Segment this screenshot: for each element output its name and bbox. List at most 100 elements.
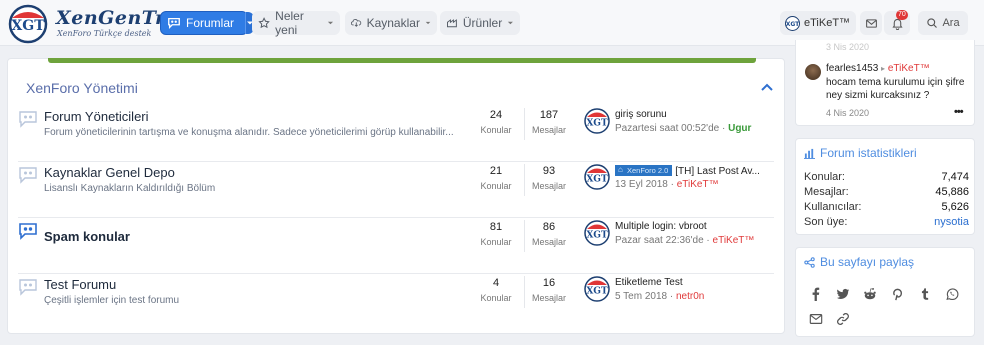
last-post-time: Pazartesi saat 00:52'de · [615,123,729,134]
category-title[interactable]: XenForo Yönetimi [26,80,138,96]
share-icon [804,256,815,268]
nav-resources-button[interactable]: Kaynaklar [345,11,437,35]
forum-row: Forum Yöneticileri Forum yöneticilerinin… [16,106,776,162]
last-post-title-text: [TH] Last Post Av... [675,166,760,177]
latest-profile-post-block: 3 Nis 2020 fearles1453 ▸ eTiKeT™ hocam t… [795,40,975,126]
topics-count: 24 [489,109,503,121]
facebook-icon[interactable] [808,286,824,302]
reddit-icon[interactable] [862,286,878,302]
forum-title-link[interactable]: Spam konular [44,229,130,244]
stat-latest-member-row: Son üye: nysotia [804,216,969,228]
user-name: eTiKeT™ [804,17,851,29]
last-poster-avatar[interactable]: XGT [584,220,610,246]
previous-post-date: 3 Nis 2020 [826,42,870,52]
forum-statistics-title: Forum istatistikleri [820,146,917,160]
prefix-tag[interactable]: ⌂ XenForo 2.0 [615,165,673,176]
last-post-title-link[interactable]: Etiketleme Test [615,277,775,288]
tumblr-icon[interactable] [917,286,933,302]
last-poster-avatar[interactable]: XGT [584,276,610,302]
post-message: hocam tema kurulumu için şifre ney sizmi… [826,77,965,101]
forum-statistics-header: Forum istatistikleri [804,146,917,160]
topics-count: 81 [489,221,503,233]
last-poster-avatar[interactable]: XGT [584,108,610,134]
forum-unread-icon [19,223,37,240]
topics-label: Konular [480,125,512,135]
poster-avatar[interactable] [805,64,821,80]
stat-divider [524,164,525,196]
bar-chart-icon [804,148,815,159]
nav-products-button[interactable]: Ürünler [440,11,520,35]
download-cloud-icon [351,19,362,27]
more-options-button[interactable]: ••• [954,106,964,118]
topics-label: Konular [480,293,512,303]
messages-count: 187 [539,109,559,121]
forum-row: Kaynaklar Genel Depo Lisanslı Kaynakları… [16,162,776,218]
search-icon [927,18,938,28]
last-post-meta: Pazartesi saat 00:52'de · Ugur [615,123,751,134]
site-logo[interactable]: XGT [6,4,50,44]
last-poster-avatar[interactable]: XGT [584,164,610,190]
brand-name[interactable]: XenGenTr [56,7,166,29]
nav-forums-button[interactable]: Forumlar [160,11,255,35]
stat-topics-row: Konular: 7,474 [804,171,969,183]
products-icon [447,19,457,28]
star-icon [258,17,270,29]
post-author-link[interactable]: fearles1453 [826,63,878,74]
last-post-user-link[interactable]: netr0n [676,291,704,302]
chevron-down-icon [327,21,334,25]
messages-label: Mesajlar [531,181,566,191]
nav-whats-new-label: Neler yeni [275,9,304,37]
forum-title-link[interactable]: Forum Yöneticileri [44,109,149,124]
forum-title-link[interactable]: Kaynaklar Genel Depo [44,165,175,180]
forum-row: Test Forumu Çeşitli işlemler için test f… [16,274,776,330]
pinterest-icon[interactable] [890,286,906,302]
stat-divider [524,108,525,140]
stat-label: Mesajlar: [804,186,849,198]
stat-divider [524,276,525,308]
topics-stat: 81 Konular [476,221,516,247]
share-title: Bu sayfayı paylaş [820,255,915,269]
last-post-time: 5 Tem 2018 · [615,291,676,302]
alerts-button[interactable]: 70 [884,10,910,35]
last-post-user-link[interactable]: eTiKeT™ [677,179,719,190]
conversations-button[interactable] [860,11,882,35]
forum-title-link[interactable]: Test Forumu [44,277,116,292]
brand-tagline: XenForo Türkçe destek [57,29,152,38]
nav-products-label: Ürünler [462,16,503,30]
nav-forums-label: Forumlar [186,16,235,30]
forums-icon [168,17,180,29]
prefix-tag-label: XenForo 2.0 [627,166,669,175]
last-post-title-link[interactable]: Multiple login: vbroot [615,221,775,232]
last-post-title-link[interactable]: giriş sorunu [615,109,775,120]
whatsapp-icon[interactable] [944,286,960,302]
last-post-time: Pazar saat 22:36'de · [615,235,713,246]
last-post-user-link[interactable]: eTiKeT™ [713,235,755,246]
search-button[interactable]: Ara [918,11,968,35]
chevron-up-icon[interactable] [760,82,774,92]
arrow-right-icon: ▸ [881,64,886,73]
link-icon[interactable] [835,311,851,327]
post-date[interactable]: 4 Nis 2020 [826,108,869,118]
last-post-user-link[interactable]: Ugur [728,123,751,134]
alerts-count-badge: 70 [896,10,908,20]
svg-text:XGT: XGT [586,119,608,129]
post-target-link[interactable]: eTiKeT™ [888,63,930,74]
forum-read-icon [19,167,37,184]
forum-read-icon [19,279,37,296]
messages-count: 16 [542,277,556,289]
category-accent-bar [48,58,756,63]
email-icon[interactable] [808,311,824,327]
latest-member-link[interactable]: nysotia [934,216,969,228]
home-icon: ⌂ [618,165,623,174]
last-post-title-link[interactable]: ⌂ XenForo 2.0 [TH] Last Post Av... [615,165,775,177]
topics-label: Konular [480,237,512,247]
last-post-meta: Pazar saat 22:36'de · eTiKeT™ [615,235,754,246]
forum-statistics-block: Forum istatistikleri Konular: 7,474 Mesaj… [795,138,975,235]
twitter-icon[interactable] [835,286,851,302]
last-post-meta: 5 Tem 2018 · netr0n [615,291,704,302]
messages-count: 93 [542,165,556,177]
user-account-button[interactable]: XGT eTiKeT™ [780,11,856,35]
topics-stat: 4 Konular [476,277,516,303]
nav-whats-new-button[interactable]: Neler yeni [252,9,340,37]
messages-label: Mesajlar [531,293,566,303]
